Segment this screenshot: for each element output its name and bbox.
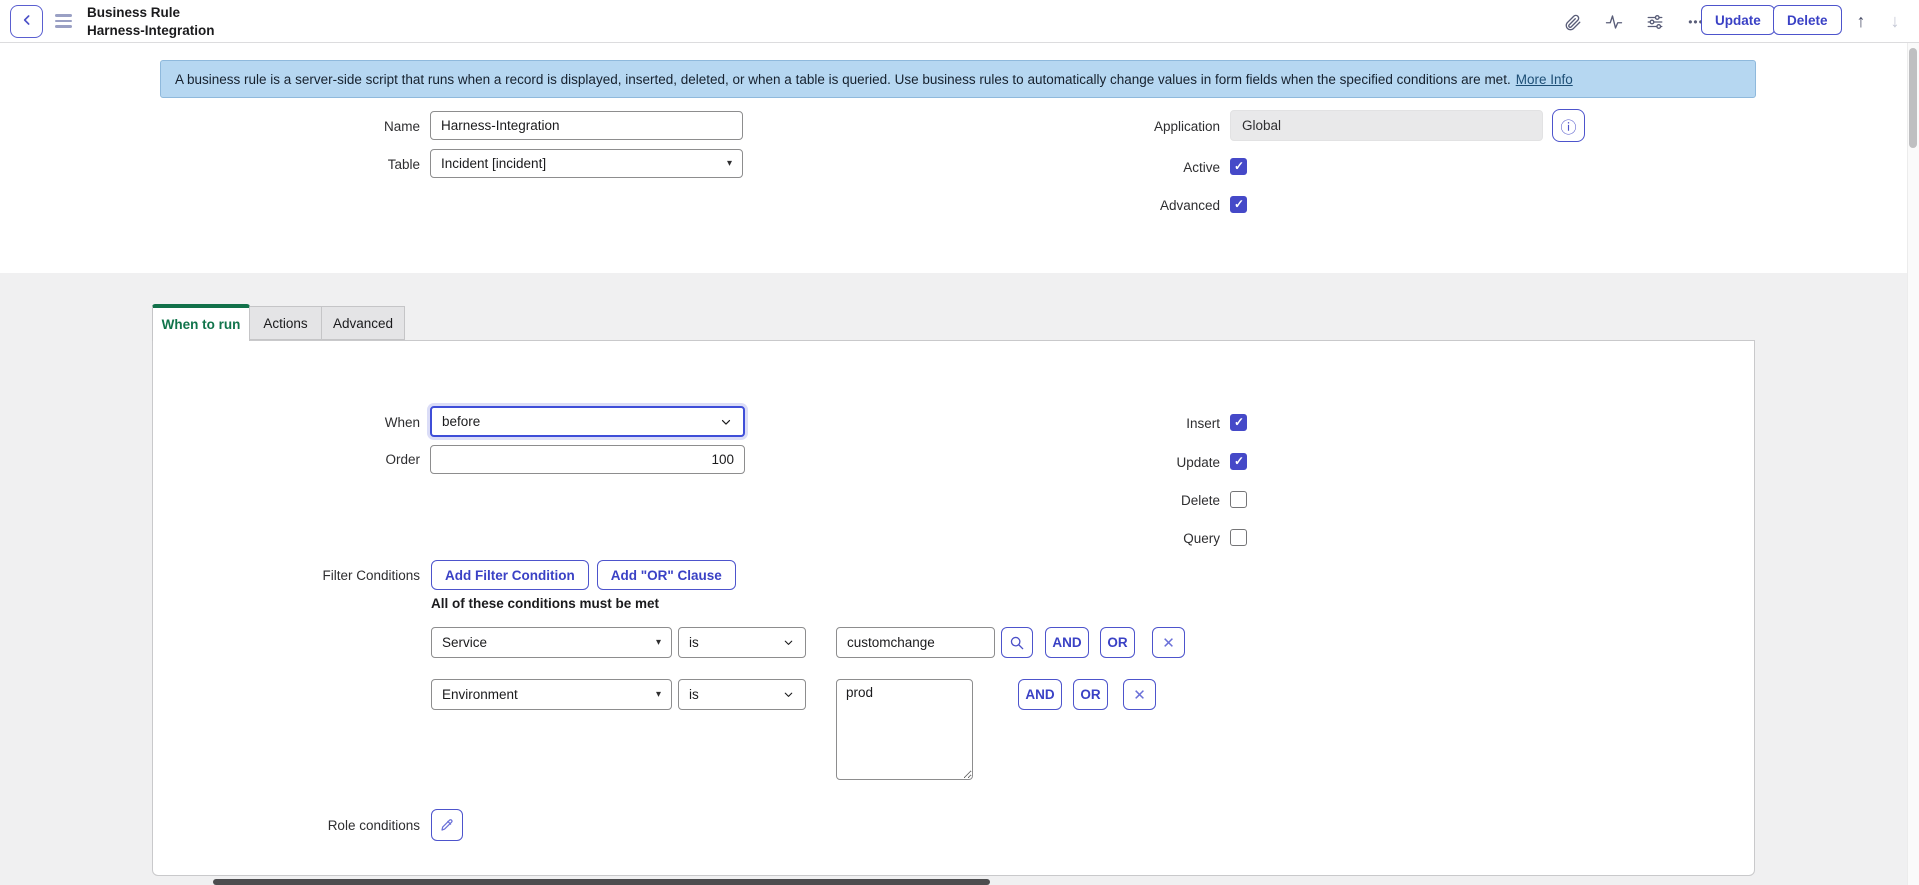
delete-button[interactable]: Delete: [1773, 5, 1842, 35]
personalize-sliders-icon[interactable]: [1645, 12, 1665, 32]
update-checkbox[interactable]: [1230, 453, 1247, 470]
condition-1-search-button[interactable]: [1001, 627, 1033, 658]
tab-advanced[interactable]: Advanced: [321, 306, 405, 340]
horizontal-scrollbar-thumb[interactable]: [213, 879, 990, 885]
application-value: Global: [1242, 118, 1281, 133]
condition-2-value-textarea[interactable]: [836, 679, 973, 780]
caret-down-icon: ▾: [727, 158, 732, 169]
condition-2-and-button[interactable]: AND: [1018, 679, 1062, 710]
query-label: Query: [980, 531, 1220, 546]
role-conditions-label: Role conditions: [180, 818, 420, 833]
filter-buttons: Add Filter Condition Add "OR" Clause: [431, 560, 736, 590]
chevron-left-icon: [19, 12, 35, 31]
condition-2-field-select[interactable]: Environment ▾: [431, 679, 672, 710]
table-select-value: Incident [incident]: [441, 156, 546, 171]
delete-label: Delete: [980, 493, 1220, 508]
order-input[interactable]: [430, 445, 745, 474]
info-icon: ⓘ: [1560, 114, 1576, 138]
search-icon: [1009, 635, 1025, 651]
insert-checkbox[interactable]: [1230, 414, 1247, 431]
tab-when-to-run-label: When to run: [162, 317, 241, 332]
page-title: Business Rule Harness-Integration: [87, 4, 215, 39]
insert-label: Insert: [980, 416, 1220, 431]
tab-advanced-label: Advanced: [333, 316, 393, 331]
vertical-scrollbar-thumb[interactable]: [1909, 48, 1917, 148]
condition-2-delete-button[interactable]: ✕: [1123, 679, 1156, 710]
active-checkbox[interactable]: [1230, 158, 1247, 175]
record-name-title: Harness-Integration: [87, 22, 215, 40]
update-label: Update: [980, 455, 1220, 470]
application-info-button[interactable]: ⓘ: [1552, 109, 1585, 142]
condition-1-operator-select[interactable]: is: [678, 627, 806, 658]
condition-1-operator-value: is: [689, 635, 699, 650]
paperclip-icon[interactable]: [1563, 12, 1583, 32]
application-label: Application: [980, 119, 1220, 134]
name-input[interactable]: [430, 111, 743, 140]
condition-2-field-value: Environment: [442, 687, 518, 702]
tab-actions[interactable]: Actions: [249, 306, 322, 340]
back-button[interactable]: [10, 5, 43, 38]
tab-when-to-run[interactable]: When to run: [152, 304, 250, 341]
record-type-title: Business Rule: [87, 4, 215, 22]
chevron-down-icon: [782, 636, 795, 649]
activity-pulse-icon[interactable]: [1604, 12, 1624, 32]
role-conditions-edit-button[interactable]: [431, 809, 463, 841]
application-field: Global: [1230, 110, 1543, 141]
next-record-arrow-icon[interactable]: ↓: [1883, 8, 1907, 34]
info-banner-text: A business rule is a server-side script …: [175, 72, 1511, 87]
condition-1-delete-button[interactable]: ✕: [1152, 627, 1185, 658]
name-label: Name: [180, 119, 420, 134]
order-label: Order: [180, 452, 420, 467]
more-info-link[interactable]: More Info: [1516, 72, 1573, 87]
condition-1-value-input[interactable]: [836, 627, 995, 658]
query-checkbox[interactable]: [1230, 529, 1247, 546]
update-button[interactable]: Update: [1701, 5, 1775, 35]
condition-row-1: Service ▾ is AND OR ✕: [0, 627, 1919, 658]
condition-1-and-button[interactable]: AND: [1045, 627, 1089, 658]
when-select-value: before: [442, 414, 480, 429]
advanced-label: Advanced: [980, 198, 1220, 213]
when-label: When: [180, 415, 420, 430]
filter-conditions-label: Filter Conditions: [180, 568, 420, 583]
form-header: Business Rule Harness-Integration ••• Up…: [0, 0, 1919, 43]
condition-1-field-select[interactable]: Service ▾: [431, 627, 672, 658]
delete-checkbox[interactable]: [1230, 491, 1247, 508]
condition-1-or-button[interactable]: OR: [1100, 627, 1135, 658]
condition-row-2: Environment ▾ is AND OR ✕: [0, 679, 1919, 789]
previous-record-arrow-icon[interactable]: ↑: [1849, 8, 1873, 34]
business-rule-form-page: Business Rule Harness-Integration ••• Up…: [0, 0, 1919, 885]
conditions-met-text: All of these conditions must be met: [431, 596, 659, 611]
active-label: Active: [980, 160, 1220, 175]
caret-down-icon: ▾: [656, 637, 661, 648]
business-rule-info-banner: A business rule is a server-side script …: [160, 60, 1756, 98]
when-select[interactable]: before: [430, 406, 745, 437]
add-filter-condition-button[interactable]: Add Filter Condition: [431, 560, 589, 590]
header-toolbar: •••: [1563, 0, 1706, 43]
chevron-down-icon: [782, 688, 795, 701]
pencil-icon: [439, 817, 455, 833]
form-context-menu-icon[interactable]: [55, 14, 72, 28]
tab-actions-label: Actions: [263, 316, 307, 331]
condition-2-or-button[interactable]: OR: [1073, 679, 1108, 710]
table-select[interactable]: Incident [incident] ▾: [430, 149, 743, 178]
caret-down-icon: ▾: [656, 689, 661, 700]
condition-1-field-value: Service: [442, 635, 487, 650]
condition-2-operator-select[interactable]: is: [678, 679, 806, 710]
add-or-clause-button[interactable]: Add "OR" Clause: [597, 560, 736, 590]
chevron-down-icon: [719, 415, 733, 429]
table-label: Table: [180, 157, 420, 172]
condition-2-operator-value: is: [689, 687, 699, 702]
advanced-checkbox[interactable]: [1230, 196, 1247, 213]
